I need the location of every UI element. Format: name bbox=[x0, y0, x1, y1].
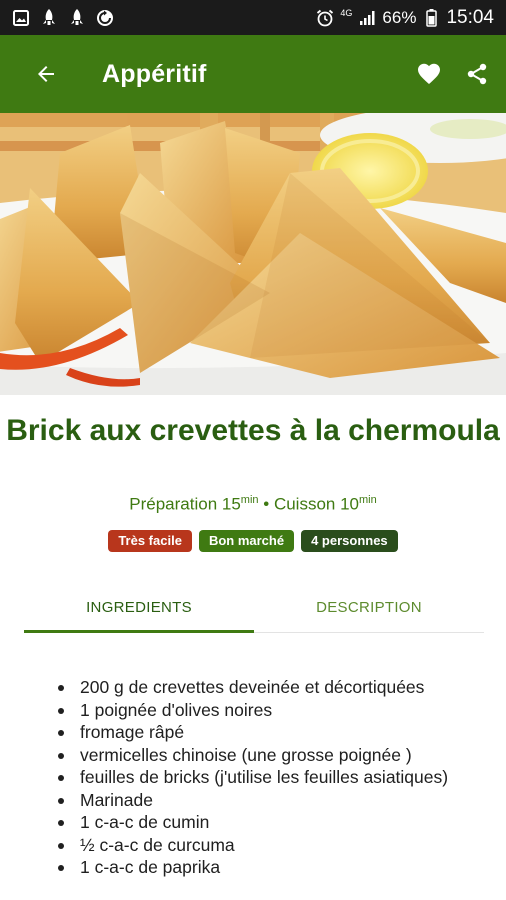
cost-badge: Bon marché bbox=[198, 530, 295, 552]
cook-time: Cuisson 10 bbox=[273, 494, 359, 514]
status-bar: 4G 66% 15:04 bbox=[0, 0, 506, 35]
rocket-icon bbox=[40, 8, 58, 27]
page-title: Appéritif bbox=[102, 59, 207, 88]
list-item: vermicelles chinoise (une grosse poignée… bbox=[56, 744, 496, 767]
heart-icon bbox=[418, 63, 440, 84]
list-item: ½ c-a-c de curcuma bbox=[56, 834, 496, 857]
list-item: 1 c-a-c de cumin bbox=[56, 811, 496, 834]
status-left-icons bbox=[12, 8, 114, 27]
tab-ingredients[interactable]: INGREDIENTS bbox=[24, 583, 254, 633]
list-item: 1 poignée d'olives noires bbox=[56, 699, 496, 722]
list-item: 200 g de crevettes deveinée et décortiqu… bbox=[56, 676, 496, 699]
back-button[interactable] bbox=[24, 52, 68, 96]
cook-unit: min bbox=[359, 494, 377, 506]
timing-separator: • bbox=[258, 494, 274, 514]
battery-icon bbox=[422, 8, 440, 27]
clock: 15:04 bbox=[446, 6, 494, 28]
network-type: 4G bbox=[340, 7, 353, 18]
servings-badge: 4 personnes bbox=[301, 530, 398, 552]
list-item: feuilles de bricks (j'utilise les feuill… bbox=[56, 766, 496, 789]
gallery-icon bbox=[12, 9, 30, 27]
signal-icon bbox=[358, 9, 376, 27]
refresh-icon bbox=[96, 9, 114, 27]
rocket-icon bbox=[68, 8, 86, 27]
recipe-badges: Très facile Bon marché 4 personnes bbox=[0, 530, 506, 552]
favorite-button[interactable] bbox=[414, 59, 444, 89]
app-bar-actions bbox=[414, 59, 492, 89]
share-icon bbox=[467, 63, 487, 85]
tab-bar: INGREDIENTS DESCRIPTION bbox=[24, 583, 484, 633]
list-item: 1 c-a-c de paprika bbox=[56, 856, 496, 879]
prep-time: Préparation 15 bbox=[129, 494, 241, 514]
app-bar: Appéritif bbox=[0, 35, 506, 113]
list-item: fromage râpé bbox=[56, 721, 496, 744]
difficulty-badge: Très facile bbox=[108, 530, 192, 552]
recipe-title: Brick aux crevettes à la chermoula bbox=[6, 414, 500, 447]
ingredient-list: 200 g de crevettes deveinée et décortiqu… bbox=[56, 676, 496, 879]
arrow-back-icon bbox=[38, 66, 54, 82]
recipe-photo bbox=[0, 113, 506, 395]
alarm-icon bbox=[316, 9, 334, 27]
tab-description[interactable]: DESCRIPTION bbox=[254, 583, 484, 632]
list-item: Marinade bbox=[56, 789, 496, 812]
status-right-icons: 4G 66% 15:04 bbox=[316, 7, 494, 29]
battery-percent: 66% bbox=[382, 7, 417, 27]
share-button[interactable] bbox=[462, 59, 492, 89]
recipe-timing: Préparation 15min • Cuisson 10min bbox=[0, 494, 506, 515]
prep-unit: min bbox=[240, 494, 259, 506]
